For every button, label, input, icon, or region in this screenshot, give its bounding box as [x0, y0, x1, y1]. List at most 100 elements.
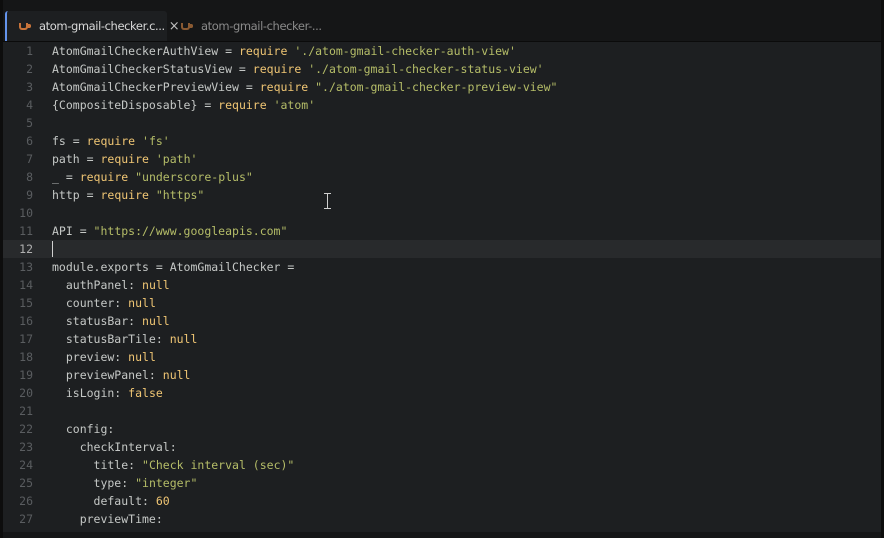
code-line[interactable]: 21: [3, 402, 881, 420]
line-code: preview: null: [52, 348, 156, 366]
code-token: statusBar:: [52, 314, 143, 328]
line-code: previewTime:: [52, 510, 163, 528]
line-code: previewPanel: null: [52, 366, 191, 384]
tab-atom-gmail-checker-coffee[interactable]: atom-gmail-checker.c... ×: [5, 11, 180, 41]
code-token: type:: [52, 476, 136, 490]
line-number: 24: [19, 458, 33, 472]
line-code: default: 60: [52, 492, 170, 510]
code-line[interactable]: 14 authPanel: null: [3, 276, 881, 294]
line-number: 1: [26, 44, 33, 58]
code-token: preview:: [52, 350, 129, 364]
line-code: authPanel: null: [52, 276, 170, 294]
code-token: 'atom': [273, 98, 316, 112]
code-token: authPanel:: [52, 278, 143, 292]
code-token: path =: [52, 152, 101, 166]
code-line[interactable]: 10: [3, 204, 881, 222]
line-number: 23: [19, 440, 33, 454]
code-token: 'fs': [142, 134, 170, 148]
line-code: http = require "https": [52, 186, 204, 204]
code-token: isLogin:: [52, 386, 129, 400]
code-line[interactable]: 18 preview: null: [3, 348, 881, 366]
tab-atom-gmail-checker-other[interactable]: atom-gmail-checker-...: [169, 11, 329, 41]
code-token: false: [128, 386, 163, 400]
code-token: require: [100, 152, 149, 166]
code-line[interactable]: 22 config:: [3, 420, 881, 438]
code-token: null: [142, 278, 170, 292]
code-line[interactable]: 19 previewPanel: null: [3, 366, 881, 384]
code-line[interactable]: 15 counter: null: [3, 294, 881, 312]
code-line[interactable]: 24 title: "Check interval (sec)": [3, 456, 881, 474]
code-token: AtomGmailCheckerAuthView =: [52, 44, 239, 58]
line-number: 7: [26, 152, 33, 166]
code-line[interactable]: 26 default: 60: [3, 492, 881, 510]
code-line[interactable]: 5: [3, 114, 881, 132]
code-line[interactable]: 8 _ = require "underscore-plus": [3, 168, 881, 186]
code-token: 60: [155, 494, 170, 508]
code-line[interactable]: 13 module.exports = AtomGmailChecker =: [3, 258, 881, 276]
text-caret: [52, 241, 53, 257]
code-token: http =: [52, 188, 101, 202]
code-token: previewPanel:: [52, 368, 163, 382]
code-token: AtomGmailCheckerStatusView =: [52, 62, 253, 76]
line-code: statusBarTile: null: [52, 330, 198, 348]
editor-window: atom-gmail-checker.c... × atom-gmail-che…: [3, 0, 881, 538]
line-code: counter: null: [52, 294, 156, 312]
code-line[interactable]: 7 path = require 'path': [3, 150, 881, 168]
line-number: 17: [19, 332, 33, 346]
code-line[interactable]: 27 previewTime:: [3, 510, 881, 528]
line-code: AtomGmailCheckerPreviewView = require ".…: [52, 78, 557, 96]
code-line[interactable]: 9 http = require "https": [3, 186, 881, 204]
code-line[interactable]: 2 AtomGmailCheckerStatusView = require '.…: [3, 60, 881, 78]
line-number: 4: [26, 98, 33, 112]
line-number: 3: [26, 80, 33, 94]
text-cursor-icon: [323, 193, 332, 209]
code-token: "Check interval (sec)": [142, 458, 295, 472]
code-token: 'path': [155, 152, 198, 166]
line-number: 14: [19, 278, 33, 292]
line-number: 26: [19, 494, 33, 508]
line-number: 18: [19, 350, 33, 364]
line-code: AtomGmailCheckerAuthView = require './at…: [52, 42, 516, 60]
code-line[interactable]: 1 AtomGmailCheckerAuthView = require './a…: [3, 42, 881, 60]
code-line[interactable]: 23 checkInterval:: [3, 438, 881, 456]
line-number: 21: [19, 404, 33, 418]
code-line[interactable]: 12: [3, 240, 881, 258]
code-line[interactable]: 11 API = "https://www.googleapis.com": [3, 222, 881, 240]
code-token: require: [79, 170, 129, 184]
code-token: "underscore-plus": [135, 170, 253, 184]
code-line[interactable]: 25 type: "integer": [3, 474, 881, 492]
line-code: isLogin: false: [52, 384, 163, 402]
code-token: "https": [155, 188, 205, 202]
line-number: 5: [26, 116, 33, 130]
line-number: 25: [19, 476, 33, 490]
line-number: 11: [19, 224, 33, 238]
code-token: _ =: [52, 170, 80, 184]
code-token: "integer": [135, 476, 198, 490]
code-token: default:: [52, 494, 156, 508]
line-code: path = require 'path': [52, 150, 197, 168]
line-code: title: "Check interval (sec)": [52, 456, 295, 474]
code-token: null: [169, 332, 198, 346]
line-number: 6: [26, 134, 33, 148]
code-line[interactable]: 16 statusBar: null: [3, 312, 881, 330]
code-token: "https://www.googleapis.com": [93, 224, 288, 238]
code-line[interactable]: 3 AtomGmailCheckerPreviewView = require "…: [3, 78, 881, 96]
code-editor[interactable]: 1 AtomGmailCheckerAuthView = require './a…: [3, 41, 881, 538]
code-token: API =: [52, 224, 94, 238]
tab-bar: atom-gmail-checker.c... × atom-gmail-che…: [3, 0, 881, 42]
code-token: previewTime:: [52, 512, 163, 526]
code-token: counter:: [52, 296, 129, 310]
line-number: 12: [19, 242, 33, 256]
code-token: require: [238, 44, 288, 58]
code-line[interactable]: 6 fs = require 'fs': [3, 132, 881, 150]
code-token: require: [259, 80, 309, 94]
line-code: fs = require 'fs': [52, 132, 170, 150]
code-line[interactable]: 17 statusBarTile: null: [3, 330, 881, 348]
code-token: './atom-gmail-checker-auth-view': [294, 44, 516, 58]
code-line[interactable]: 4 {CompositeDisposable} = require 'atom': [3, 96, 881, 114]
line-code: {CompositeDisposable} = require 'atom': [52, 96, 315, 114]
code-line[interactable]: 20 isLogin: false: [3, 384, 881, 402]
